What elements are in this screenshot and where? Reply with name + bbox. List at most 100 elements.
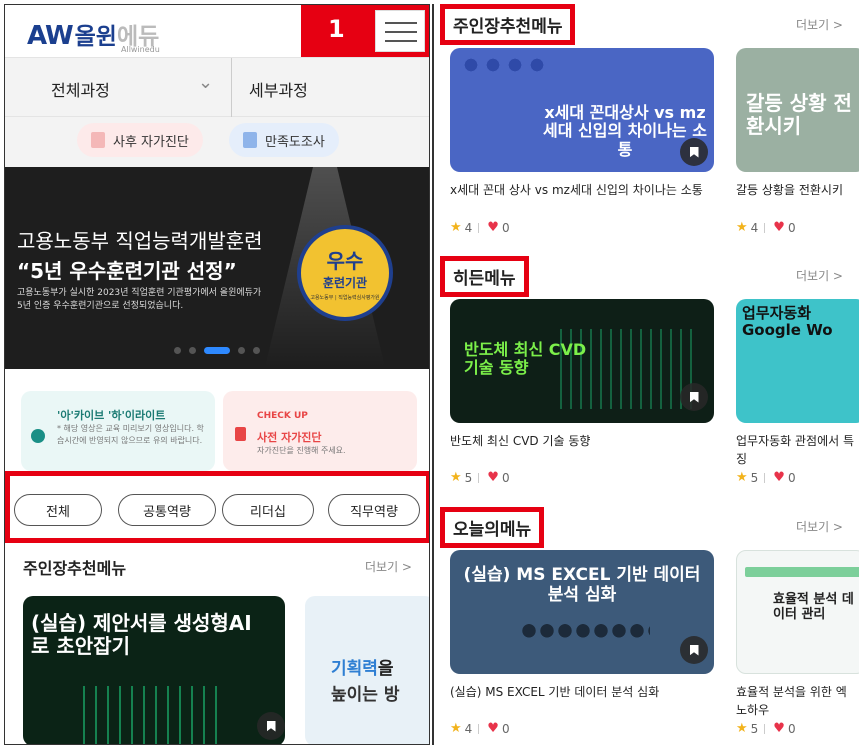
course-meta: ★ 5 ♥ 0 (450, 470, 510, 485)
detail-course-select[interactable]: 세부과정 (249, 77, 308, 101)
carousel-dot[interactable] (238, 347, 245, 354)
divider (764, 472, 766, 483)
thumbnail-text: 갈등 상황 전환시키 (746, 91, 852, 138)
play-icon (31, 429, 45, 443)
more-link[interactable]: 더보기 > (796, 267, 843, 284)
heart-icon[interactable]: ♥ (487, 721, 499, 736)
divider (764, 723, 766, 734)
thumbnail-text: (실습) MS EXCEL 기반 데이터 분석 심화 (463, 565, 701, 605)
course-thumbnail[interactable]: 반도체 최신 CVD 기술 동향 (450, 299, 714, 423)
hamburger-icon (385, 31, 417, 33)
divider (764, 222, 766, 233)
award-badge: 우수 훈련기관 고용노동부 | 직업능력심사평가원 (297, 225, 393, 321)
more-link[interactable]: 더보기 > (365, 558, 412, 575)
heart-icon[interactable]: ♥ (773, 470, 785, 485)
likes: 0 (501, 721, 510, 736)
right-phone-screen: 주인장추천메뉴 더보기 > x세대 꼰대상사 vs mz세대 신입의 차이나는 … (432, 4, 859, 745)
award-badge-tiny: 고용노동부 | 직업능력심사평가원 (310, 295, 380, 301)
rating: 4 (464, 721, 473, 736)
heart-icon[interactable]: ♥ (487, 470, 499, 485)
archive-highlight-card[interactable]: '아'카이브 '하'이라이트 * 해당 영상은 교육 미리보기 영상입니다. 학… (21, 391, 215, 471)
course-thumbnail[interactable]: x세대 꼰대상사 vs mz세대 신입의 차이나는 소통 (450, 48, 714, 172)
course-title[interactable]: x세대 꼰대 상사 vs mz세대 신입의 차이나는 소통 (450, 181, 720, 199)
thumbnail-text: 효율적 분석 데이터 관리 (773, 592, 854, 622)
course-title[interactable]: 반도체 최신 CVD 기술 동향 (450, 432, 720, 450)
thumbnail-text: (실습) 제안서를 생성형AI로 초안잡기 (31, 611, 252, 658)
info-cards: '아'카이브 '하'이라이트 * 해당 영상은 교육 미리보기 영상입니다. 학… (5, 369, 429, 471)
course-thumbnail[interactable]: (실습) MS EXCEL 기반 데이터 분석 심화 (450, 550, 714, 674)
carousel-dot[interactable] (189, 347, 196, 354)
divider (231, 58, 232, 118)
satisfaction-survey-button[interactable]: 만족도조사 (229, 123, 339, 157)
course-title[interactable]: 효율적 분석을 위한 엑 노하우 (736, 683, 859, 719)
star-icon: ★ (736, 470, 748, 485)
course-thumbnail[interactable]: 기획력을 높이는 방 (305, 596, 429, 744)
star-icon: ★ (450, 220, 462, 235)
carousel-dot[interactable] (253, 347, 260, 354)
bookmark-button[interactable] (680, 636, 708, 664)
archive-title: '아'카이브 '하'이라이트 (57, 409, 166, 422)
survey-icon (243, 132, 257, 148)
hamburger-icon (385, 40, 417, 42)
more-link[interactable]: 더보기 > (796, 518, 843, 535)
heart-icon[interactable]: ♥ (773, 220, 785, 235)
course-thumbnail[interactable]: 갈등 상황 전환시키 (736, 48, 859, 172)
star-icon: ★ (736, 220, 748, 235)
category-common[interactable]: 공통역량 (118, 494, 216, 526)
left-phone-screen: AW 올윈 에듀 Allwinedu 1 전체과정 ⌄ 세부과정 사후 자가진단… (4, 4, 430, 745)
check-title: 사전 자가진단 (257, 431, 322, 444)
circuit-decoration (83, 686, 223, 744)
gear-decoration (460, 54, 550, 80)
heart-icon[interactable]: ♥ (487, 220, 499, 235)
more-link[interactable]: 더보기 > (796, 16, 843, 33)
bookmark-button[interactable] (680, 383, 708, 411)
course-title[interactable]: 업무자동화 관점에서 특징 (736, 432, 859, 468)
likes: 0 (787, 220, 796, 235)
hamburger-icon (385, 22, 417, 24)
header: AW 올윈 에듀 Allwinedu 1 (5, 5, 429, 57)
section-label-today: 오늘의메뉴 (440, 507, 545, 548)
carousel-dot-active[interactable] (204, 347, 230, 354)
thumbnail-text: 반도체 최신 CVD 기술 동향 (464, 340, 587, 378)
pill-label: 사후 자가진단 (113, 134, 189, 150)
bookmark-button[interactable] (680, 138, 708, 166)
category-leadership[interactable]: 리더십 (222, 494, 314, 526)
award-badge-sub: 훈련기관 (322, 276, 368, 290)
star-icon: ★ (736, 721, 748, 736)
chevron-down-icon[interactable]: ⌄ (198, 72, 213, 93)
rating: 5 (750, 470, 759, 485)
likes: 0 (501, 220, 510, 235)
likes: 0 (501, 470, 510, 485)
heart-icon[interactable]: ♥ (773, 721, 785, 736)
thumbnail-text: 기획력을 (331, 659, 394, 679)
check-up-label: CHECK UP (257, 411, 308, 421)
course-meta: ★ 5 ♥ 0 (736, 470, 796, 485)
course-thumbnail[interactable]: 업무자동화 Google Wo (736, 299, 859, 423)
annotation-number: 1 (328, 15, 345, 43)
category-filter-highlight: 전체 공통역량 리더십 직무역량 (5, 471, 429, 543)
hamburger-menu-button[interactable] (375, 10, 425, 52)
category-all[interactable]: 전체 (14, 494, 102, 526)
check-desc: 자가진단을 진행해 주세요. (257, 446, 346, 455)
course-meta: ★ 4 ♥ 0 (450, 220, 510, 235)
course-title[interactable]: 갈등 상황을 전환시키 (736, 181, 859, 199)
star-icon: ★ (450, 721, 462, 736)
course-thumbnail[interactable]: (실습) 제안서를 생성형AI로 초안잡기 (23, 596, 285, 744)
main-banner[interactable]: 고용노동부 직업능력개발훈련 “5년 우수훈련기관 선정” 고용노동부가 실시한… (5, 167, 429, 369)
course-thumbnail[interactable]: 효율적 분석 데이터 관리 (736, 550, 859, 674)
carousel-indicators[interactable] (5, 347, 429, 354)
all-courses-select[interactable]: 전체과정 (51, 77, 110, 101)
course-filter-bar: 전체과정 ⌄ 세부과정 (5, 57, 429, 118)
bookmark-icon (689, 146, 699, 158)
bookmark-button[interactable] (257, 712, 285, 740)
logo[interactable]: AW 올윈 에듀 Allwinedu (27, 17, 160, 54)
category-job[interactable]: 직무역량 (328, 494, 420, 526)
banner-line-1: 고용노동부 직업능력개발훈련 (17, 229, 263, 253)
section-label-hidden: 히든메뉴 (440, 256, 529, 297)
pre-self-diagnosis-card[interactable]: CHECK UP 사전 자가진단 자가진단을 진행해 주세요. (223, 391, 417, 471)
course-meta: ★ 4 ♥ 0 (736, 220, 796, 235)
likes: 0 (787, 470, 796, 485)
carousel-dot[interactable] (174, 347, 181, 354)
post-self-diagnosis-button[interactable]: 사후 자가진단 (77, 123, 203, 157)
course-title[interactable]: (실습) MS EXCEL 기반 데이터 분석 심화 (450, 683, 720, 701)
